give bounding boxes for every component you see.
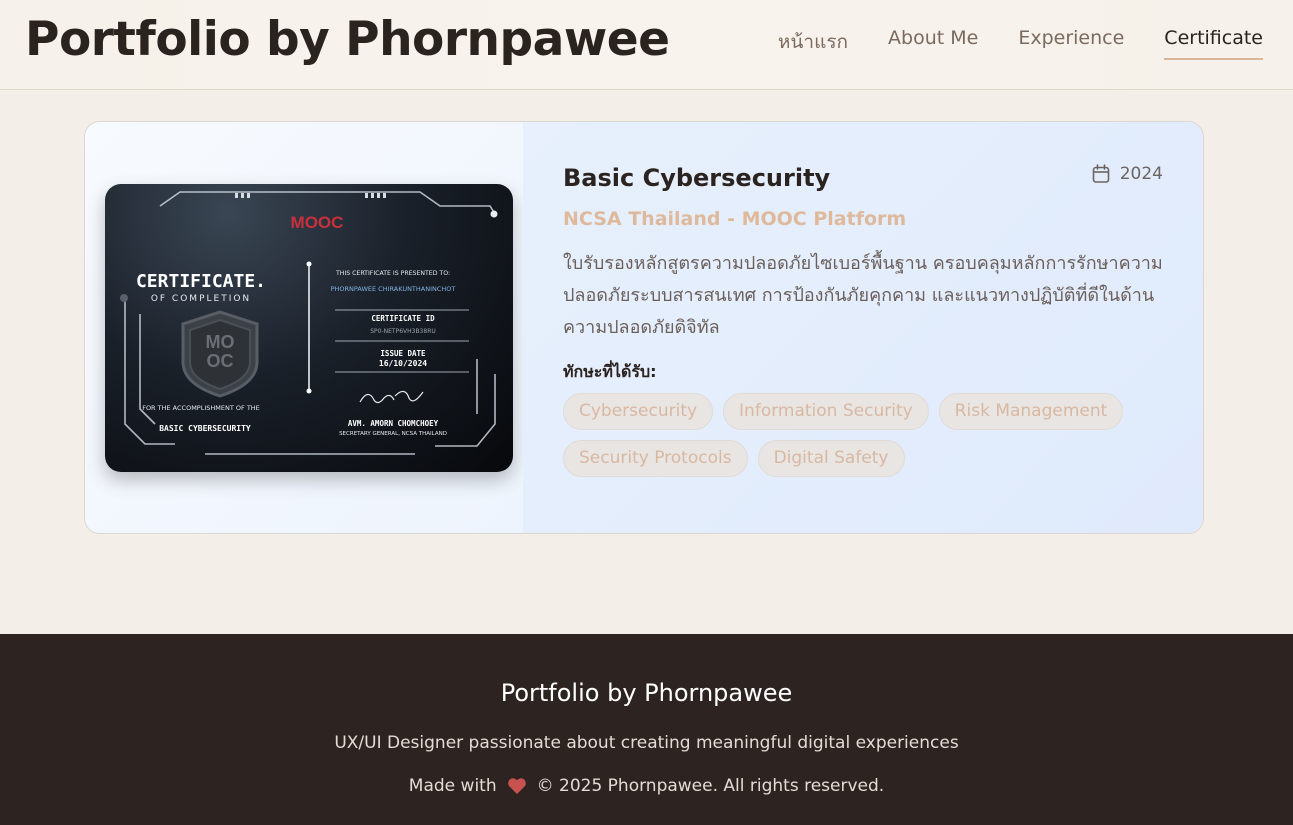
site-title[interactable]: Portfolio by Phornpawee <box>25 12 670 67</box>
svg-text:MO: MO <box>206 332 235 352</box>
cert-heading: CERTIFICATE. <box>136 271 266 292</box>
signer-title: SECRETARY GENERAL, NCSA THAILAND <box>339 431 447 437</box>
footer-title: Portfolio by Phornpawee <box>500 679 793 707</box>
certificate-description: ใบรับรองหลักสูตรความปลอดภัยไซเบอร์พื้นฐา… <box>563 253 1163 338</box>
signer-name: AVM. AMORN CHOMCHOEY <box>348 419 439 428</box>
certificate-card: MOOC CERTIFICATE. OF COMPLETION MO OC FO… <box>84 121 1204 534</box>
skill-tag: Digital Safety <box>757 440 905 477</box>
course-name: BASIC CYBERSECURITY <box>159 424 251 433</box>
presented-to-label: THIS CERTIFICATE IS PRESENTED TO: <box>335 270 450 277</box>
footer-tagline: UX/UI Designer passionate about creating… <box>334 733 959 753</box>
recipient-name: PHORNPAWEE CHIRAKUNTHANINCHOT <box>331 285 456 293</box>
site-footer: Portfolio by Phornpawee UX/UI Designer p… <box>0 634 1293 825</box>
certificate-id-value: SP0-NETP6VH3B38RU <box>370 328 436 335</box>
svg-text:OC: OC <box>207 351 234 371</box>
issue-date-value: 16/10/2024 <box>379 359 427 368</box>
mooc-logo: MOOC <box>291 213 344 232</box>
certificate-image-panel: MOOC CERTIFICATE. OF COMPLETION MO OC FO… <box>85 122 523 533</box>
skill-tag: Security Protocols <box>563 440 748 477</box>
certificate-issuer: NCSA Thailand - MOOC Platform <box>563 208 907 230</box>
nav-link-certificate[interactable]: Certificate <box>1164 27 1263 60</box>
made-with-text: Made with <box>408 776 497 796</box>
skills-label: ทักษะที่ได้รับ: <box>563 362 657 381</box>
site-header: Portfolio by Phornpawee หน้าแรก About Me… <box>0 0 1293 90</box>
certificate-details: Basic Cybersecurity 2024 NCSA Thailand -… <box>523 122 1203 533</box>
certificate-year-value: 2024 <box>1119 164 1163 184</box>
certificate-title: Basic Cybersecurity <box>563 164 831 192</box>
calendar-icon <box>1092 164 1110 183</box>
skill-tag: Information Security <box>723 393 929 430</box>
certificate-graphic: MOOC CERTIFICATE. OF COMPLETION MO OC FO… <box>120 191 498 455</box>
nav-link-home[interactable]: หน้าแรก <box>778 27 848 60</box>
certificate-id-label: CERTIFICATE ID <box>371 314 435 323</box>
skill-tags: Cybersecurity Information Security Risk … <box>563 393 1163 477</box>
skill-tag: Risk Management <box>938 393 1124 430</box>
signature-icon <box>359 390 424 404</box>
heart-icon <box>507 778 526 794</box>
nav-link-about[interactable]: About Me <box>888 27 978 60</box>
main-nav: หน้าแรก About Me Experience Certificate <box>778 27 1263 60</box>
skill-tag: Cybersecurity <box>563 393 714 430</box>
certificate-year: 2024 <box>1092 164 1163 184</box>
cert-subheading: OF COMPLETION <box>151 294 251 304</box>
accomplishment-label: FOR THE ACCOMPLISHMENT OF THE <box>142 404 260 412</box>
issue-date-label: ISSUE DATE <box>380 349 426 358</box>
footer-credit: Made with © 2025 Phornpawee. All rights … <box>0 776 1293 796</box>
certificate-image[interactable]: MOOC CERTIFICATE. OF COMPLETION MO OC FO… <box>105 184 513 472</box>
copyright-text: © 2025 Phornpawee. All rights reserved. <box>536 776 885 796</box>
shield-icon: MO OC <box>181 310 259 398</box>
nav-link-experience[interactable]: Experience <box>1018 27 1124 60</box>
